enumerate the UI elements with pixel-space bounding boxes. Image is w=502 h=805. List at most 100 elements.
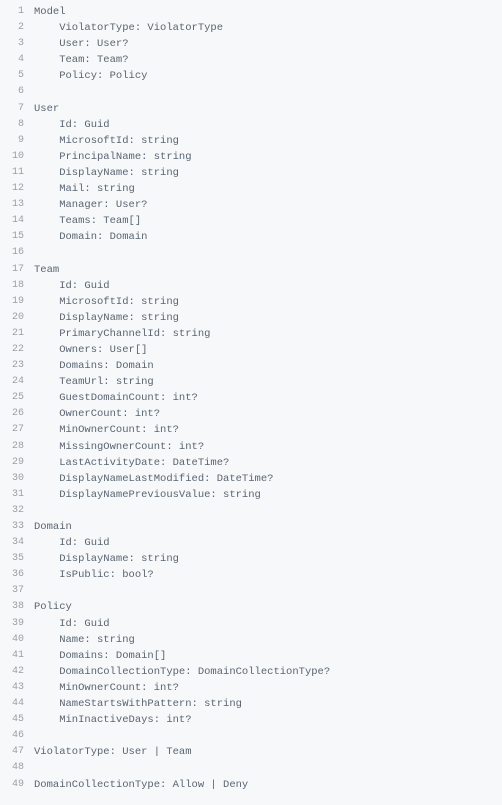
line-content: OwnerCount: int? [30,406,502,422]
line-content: NameStartsWithPattern: string [30,696,502,712]
line-number: 5 [0,68,30,84]
code-line: 29 LastActivityDate: DateTime? [0,455,502,471]
line-number: 36 [0,567,30,583]
line-content [30,728,502,744]
line-number: 19 [0,294,30,310]
line-number: 21 [0,326,30,342]
code-line: 20 DisplayName: string [0,310,502,326]
code-line: 41 Domains: Domain[] [0,648,502,664]
line-number: 40 [0,632,30,648]
line-number: 37 [0,583,30,599]
line-content: DisplayName: string [30,551,502,567]
code-line: 24 TeamUrl: string [0,374,502,390]
line-content: MinOwnerCount: int? [30,422,502,438]
code-line: 4 Team: Team? [0,52,502,68]
line-number: 12 [0,181,30,197]
line-number: 26 [0,406,30,422]
line-number: 45 [0,712,30,728]
line-content: DisplayName: string [30,310,502,326]
line-number: 39 [0,616,30,632]
line-number: 47 [0,744,30,760]
line-number: 48 [0,760,30,776]
code-line: 23 Domains: Domain [0,358,502,374]
line-number: 38 [0,599,30,615]
code-line: 27 MinOwnerCount: int? [0,422,502,438]
line-number: 43 [0,680,30,696]
line-content: Mail: string [30,181,502,197]
line-number: 10 [0,149,30,165]
line-content: DisplayName: string [30,165,502,181]
code-line: 48 [0,760,502,776]
line-content: PrincipalName: string [30,149,502,165]
code-line: 22 Owners: User[] [0,342,502,358]
line-content: MissingOwnerCount: int? [30,439,502,455]
line-number: 33 [0,519,30,535]
code-line: 19 MicrosoftId: string [0,294,502,310]
line-content: Team [30,262,502,278]
code-line: 49DomainCollectionType: Allow | Deny [0,777,502,793]
line-content: DomainCollectionType: DomainCollectionTy… [30,664,502,680]
line-content: Manager: User? [30,197,502,213]
line-content: MicrosoftId: string [30,133,502,149]
code-line: 14 Teams: Team[] [0,213,502,229]
line-content [30,583,502,599]
code-line: 47ViolatorType: User | Team [0,744,502,760]
line-number: 16 [0,245,30,261]
line-content [30,245,502,261]
code-line: 2 ViolatorType: ViolatorType [0,20,502,36]
line-content: DomainCollectionType: Allow | Deny [30,777,502,793]
line-content [30,84,502,100]
code-line: 32 [0,503,502,519]
line-number: 44 [0,696,30,712]
code-line: 8 Id: Guid [0,117,502,133]
line-number: 34 [0,535,30,551]
code-line: 15 Domain: Domain [0,229,502,245]
line-number: 29 [0,455,30,471]
line-content: MinOwnerCount: int? [30,680,502,696]
code-line: 13 Manager: User? [0,197,502,213]
line-content: DisplayNameLastModified: DateTime? [30,471,502,487]
line-content: Id: Guid [30,117,502,133]
code-line: 7User [0,101,502,117]
line-content: LastActivityDate: DateTime? [30,455,502,471]
line-number: 27 [0,422,30,438]
line-number: 30 [0,471,30,487]
line-number: 1 [0,4,30,20]
line-number: 20 [0,310,30,326]
code-line: 6 [0,84,502,100]
line-content: DisplayNamePreviousValue: string [30,487,502,503]
code-line: 46 [0,728,502,744]
line-content: MicrosoftId: string [30,294,502,310]
line-number: 28 [0,439,30,455]
line-number: 9 [0,133,30,149]
code-line: 36 IsPublic: bool? [0,567,502,583]
code-line: 5 Policy: Policy [0,68,502,84]
code-line: 28 MissingOwnerCount: int? [0,439,502,455]
line-number: 24 [0,374,30,390]
line-number: 8 [0,117,30,133]
line-content: Teams: Team[] [30,213,502,229]
code-block: 1Model2 ViolatorType: ViolatorType3 User… [0,0,502,797]
line-content: Owners: User[] [30,342,502,358]
line-number: 25 [0,390,30,406]
line-content: ViolatorType: User | Team [30,744,502,760]
line-number: 17 [0,262,30,278]
code-line: 35 DisplayName: string [0,551,502,567]
line-number: 46 [0,728,30,744]
code-line: 12 Mail: string [0,181,502,197]
line-content: Team: Team? [30,52,502,68]
line-content: Id: Guid [30,616,502,632]
line-number: 7 [0,101,30,117]
line-content: Id: Guid [30,278,502,294]
line-content [30,503,502,519]
line-number: 13 [0,197,30,213]
code-line: 31 DisplayNamePreviousValue: string [0,487,502,503]
line-content: GuestDomainCount: int? [30,390,502,406]
line-content: TeamUrl: string [30,374,502,390]
code-line: 43 MinOwnerCount: int? [0,680,502,696]
line-content: PrimaryChannelId: string [30,326,502,342]
code-line: 30 DisplayNameLastModified: DateTime? [0,471,502,487]
code-line: 1Model [0,4,502,20]
line-content [30,760,502,776]
line-number: 41 [0,648,30,664]
